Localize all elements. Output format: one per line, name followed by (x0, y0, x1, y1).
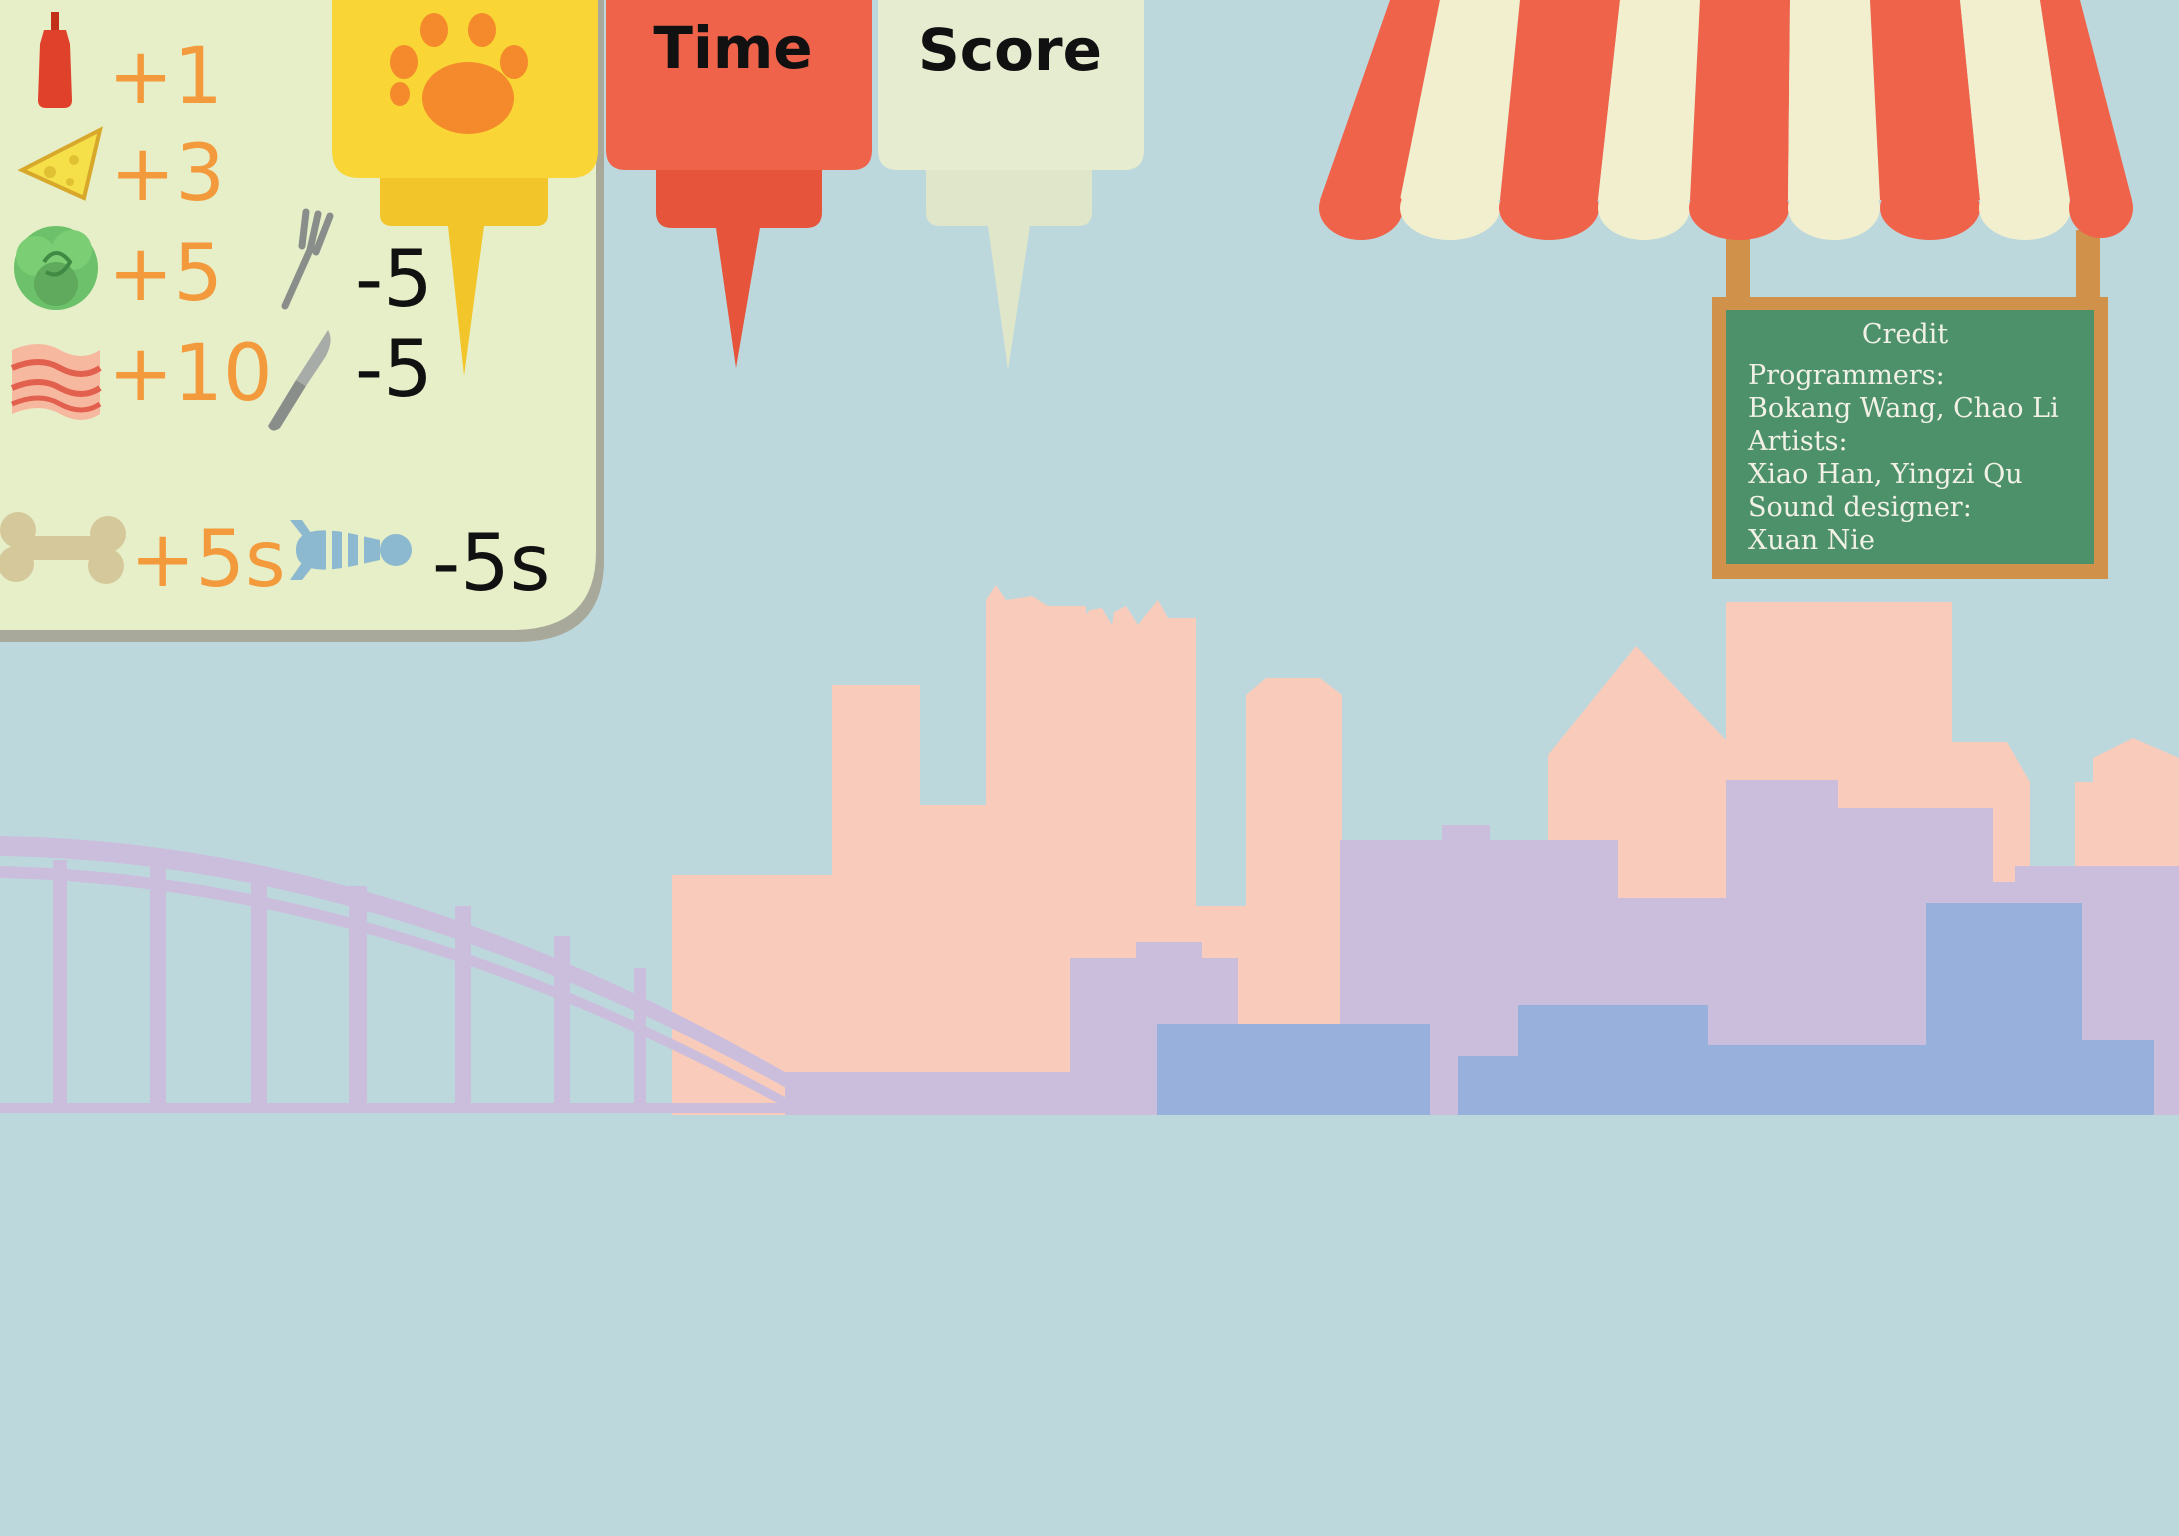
score-bottle: Score (878, 0, 1144, 370)
striped-awning (1319, 0, 2133, 302)
credit-line: Xiao Han, Yingzi Qu (1748, 459, 2023, 490)
legend-value-cheese: +3 (110, 129, 225, 219)
game-scene: +1 +3 +5 +10 -5 -5 +5s -5s Time Score Cr… (0, 0, 2179, 1115)
legend-value-fishbone: -5s (432, 519, 550, 609)
credit-title: Credit (1862, 319, 1948, 350)
credit-line: Programmers: (1748, 360, 1945, 391)
bridge (0, 836, 790, 1113)
legend-value-fork: -5 (355, 235, 433, 325)
time-label: Time (653, 14, 812, 82)
credit-board: Credit Programmers: Bokang Wang, Chao Li… (1712, 297, 2108, 579)
city-skyline (672, 585, 2179, 1115)
legend-value-knife: -5 (355, 325, 433, 415)
credit-line: Bokang Wang, Chao Li (1748, 393, 2059, 424)
time-bottle: Time (606, 0, 872, 368)
legend-value-ketchup: +1 (108, 32, 223, 122)
credit-line: Sound designer: (1748, 492, 1972, 523)
legend-value-lettuce: +5 (108, 229, 223, 319)
credit-line: Xuan Nie (1748, 525, 1875, 556)
credit-line: Artists: (1747, 426, 1848, 457)
legend-value-bacon: +10 (108, 329, 273, 419)
legend-value-bone: +5s (130, 515, 286, 605)
lettuce-icon (14, 226, 98, 310)
score-label: Score (918, 16, 1102, 84)
